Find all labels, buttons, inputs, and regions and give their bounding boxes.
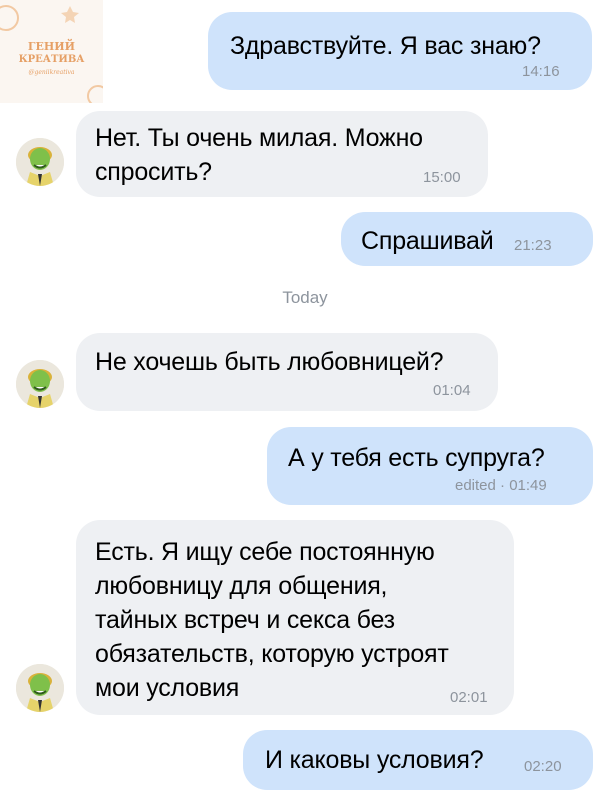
message-time: 01:04 <box>433 382 471 399</box>
message-time: 15:00 <box>423 169 461 186</box>
message-text: Не хочешь быть любовницей? <box>95 348 444 376</box>
message-bubble-outgoing[interactable]: Здравствуйте. Я вас знаю? 14:16 <box>208 12 592 90</box>
message-time: 21:23 <box>514 237 552 254</box>
message-bubble-incoming[interactable]: Есть. Я ищу себе постоянную любовницу дл… <box>76 520 514 715</box>
message-bubble-incoming[interactable]: Нет. Ты очень милая. Можно спросить? 15:… <box>76 111 488 197</box>
logo-line-2: КРЕАТИВА <box>18 54 85 65</box>
message-bubble-outgoing[interactable]: А у тебя есть супруга? edited · 01:49 <box>267 427 593 505</box>
message-text: Спрашивай <box>361 227 494 255</box>
message-bubble-incoming[interactable]: Не хочешь быть любовницей? 01:04 <box>76 333 498 411</box>
message-bubble-outgoing[interactable]: Спрашивай 21:23 <box>341 212 593 266</box>
message-time: 02:01 <box>450 689 488 706</box>
message-bubble-outgoing[interactable]: И каковы условия? 02:20 <box>243 730 593 790</box>
contact-avatar[interactable] <box>16 664 64 712</box>
message-time-edited: edited · 01:49 <box>455 477 547 494</box>
logo-line-1: ГЕНИЙ <box>27 40 76 53</box>
date-separator: Today <box>282 288 328 307</box>
contact-avatar[interactable] <box>16 138 64 186</box>
message-text: Здравствуйте. Я вас знаю? <box>230 32 541 60</box>
message-time: 14:16 <box>522 63 560 80</box>
message-time: 02:20 <box>524 758 562 775</box>
mask-character-icon <box>16 138 64 186</box>
contact-avatar[interactable] <box>16 360 64 408</box>
logo-line-3: @geniikreativa <box>28 69 75 76</box>
mask-character-icon <box>16 360 64 408</box>
message-text: А у тебя есть супруга? <box>288 444 545 472</box>
mask-character-icon <box>16 664 64 712</box>
watermark-logo: ГЕНИЙ КРЕАТИВА @geniikreativa <box>0 0 103 103</box>
message-text: Есть. Я ищу себе постоянную любовницу дл… <box>95 538 449 702</box>
